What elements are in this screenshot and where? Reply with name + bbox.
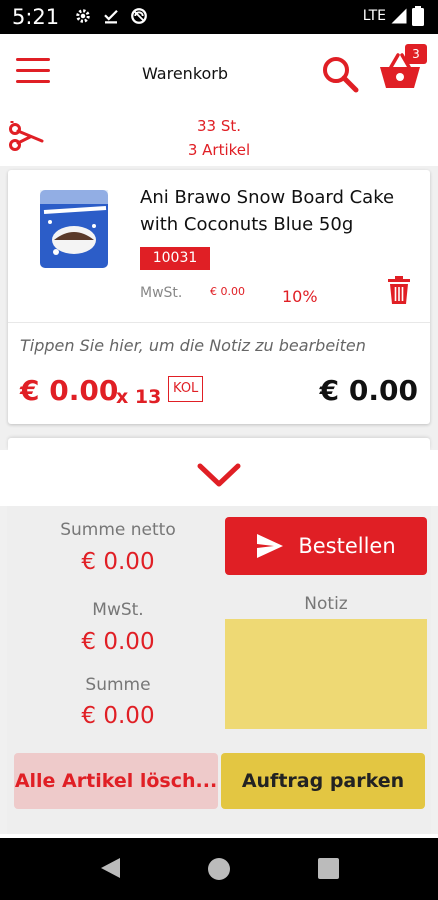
divider [8, 322, 430, 323]
checkout-panel: Summe netto € 0.00 MwSt. € 0.00 Summe € … [7, 506, 431, 834]
status-bar: 5:21 LTE [0, 0, 438, 34]
collapse-bar [0, 450, 438, 506]
next-item-card-peek [8, 438, 430, 450]
park-order-button[interactable]: Auftrag parken [221, 753, 425, 809]
item-note-field[interactable]: Tippen Sie hier, um die Notiz zu bearbei… [20, 336, 366, 355]
cart-item-card[interactable]: Ani Brawo Snow Board Cake with Coconuts … [8, 170, 430, 424]
sync-icon [131, 8, 147, 24]
system-status: LTE [363, 6, 424, 26]
article-count: 3 Artikel [187, 141, 251, 159]
product-name: Ani Brawo Snow Board Cake with Coconuts … [140, 187, 395, 235]
menu-icon[interactable] [16, 58, 50, 86]
net-sum-label: Summe netto [60, 520, 176, 540]
trash-icon[interactable] [388, 276, 410, 304]
item-tax-label: MwSt. [140, 285, 183, 301]
recents-icon[interactable] [318, 858, 339, 879]
cart-count-badge: 3 [405, 44, 427, 64]
total-quantity: 33 St. [196, 117, 242, 135]
order-note-field[interactable] [225, 619, 427, 729]
settings-icon [76, 9, 90, 23]
app-bar: Warenkorb 3 [0, 34, 438, 110]
sum-label: Summe [85, 675, 151, 695]
item-tax-rate: 10% [282, 287, 318, 306]
chevron-down-icon[interactable] [196, 460, 242, 490]
item-total-price: € 0.00 [319, 374, 418, 407]
product-image [40, 190, 108, 268]
notification-icons [74, 7, 148, 25]
system-nav-bar [0, 838, 438, 900]
item-tax-value: € 0.00 [210, 285, 245, 298]
search-icon[interactable] [320, 54, 360, 94]
clear-all-button[interactable]: Alle Artikel lösch... [14, 753, 218, 809]
sum-value: € 0.00 [81, 703, 155, 729]
battery-icon [412, 6, 424, 26]
order-button-label: Bestellen [298, 534, 396, 558]
item-quantity[interactable]: x 13 [116, 386, 161, 408]
status-time: 5:21 [12, 5, 60, 29]
item-unit-badge: KOL [168, 376, 204, 402]
home-icon[interactable] [208, 858, 230, 880]
network-type: LTE [362, 8, 386, 24]
back-icon[interactable] [98, 856, 122, 880]
cart-summary: 33 St. 3 Artikel [0, 110, 438, 166]
tax-value: € 0.00 [81, 629, 155, 655]
send-icon [257, 534, 284, 558]
page-title: Warenkorb [142, 64, 229, 83]
note-label: Notiz [304, 594, 348, 614]
net-sum-value: € 0.00 [81, 549, 155, 575]
tax-label: MwSt. [92, 600, 144, 620]
product-code-badge: 10031 [140, 247, 210, 270]
signal-icon [391, 8, 407, 24]
download-done-icon [104, 9, 118, 24]
item-unit-price: € 0.00 [20, 374, 119, 407]
order-button[interactable]: Bestellen [225, 517, 427, 575]
